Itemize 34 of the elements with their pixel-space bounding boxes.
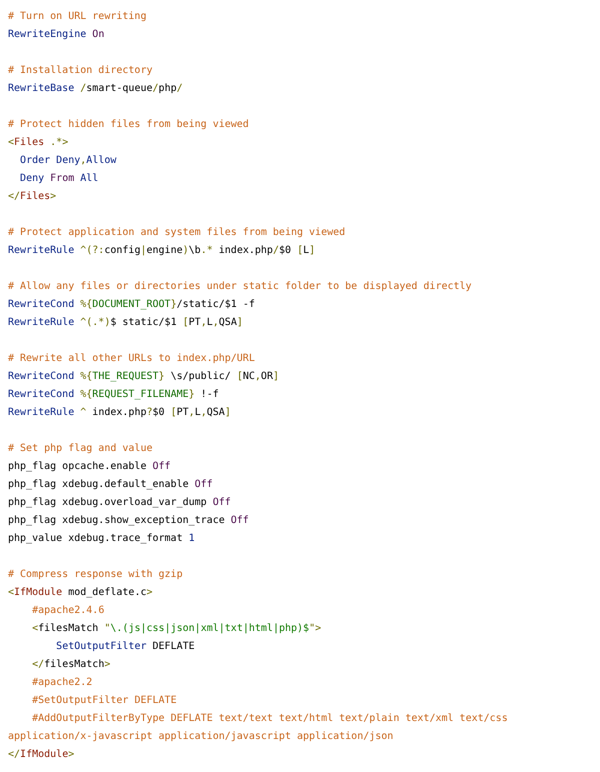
code-line: <IfModule mod_deflate.c> [8, 586, 154, 600]
code-line: RewriteRule ^ index.php?$0 [PT,L,QSA] [8, 406, 232, 420]
code-line: #apache2.2 [31, 676, 94, 690]
code-line: RewriteBase /smart-queue/php/ [8, 82, 184, 96]
code-line: # Compress response with gzip [8, 568, 184, 582]
code-line: php_flag xdebug.default_enable Off [8, 478, 214, 492]
code-line: # Protect hidden files from being viewed [8, 118, 250, 132]
code-line: RewriteEngine On [8, 28, 106, 42]
code-line: Order Deny,Allow [19, 154, 118, 168]
code-line: #apache2.4.6 [31, 604, 106, 618]
code-line: <filesMatch "\.(js|css|json|xml|txt|html|php)$"> [31, 622, 322, 636]
code-line: # Set php flag and value [8, 442, 154, 456]
code-line: # Rewrite all other URLs to index.php/URL [8, 352, 256, 366]
code-line: RewriteRule ^(?:config|engine)\b.* index.php/$0 [L] [8, 244, 316, 258]
code-line: </Files> [8, 190, 58, 204]
code-line: php_value xdebug.trace_format 1 [8, 532, 196, 546]
code-line: Deny From All [19, 172, 100, 186]
code-line: # Turn on URL rewriting [8, 10, 148, 24]
code-line: php_flag xdebug.show_exception_trace Off [8, 514, 250, 528]
code-line: RewriteCond %{THE_REQUEST} \s/public/ [NC,OR] [8, 370, 280, 384]
code-line: RewriteRule ^(.*)$ static/$1 [PT,L,QSA] [8, 316, 244, 330]
code-line: <Files .*> [8, 136, 70, 150]
code-line: php_flag opcache.enable Off [8, 460, 172, 474]
code-line: </filesMatch> [31, 658, 112, 672]
code-line: php_flag xdebug.overload_var_dump Off [8, 496, 232, 510]
code-line: </IfModule> [8, 748, 76, 762]
code-line: # Allow any files or directories under static folder to be displayed directly [8, 280, 473, 294]
code-line: # Protect application and system files from being viewed [8, 226, 346, 240]
code-line: RewriteCond %{DOCUMENT_ROOT}/static/$1 -f [8, 298, 256, 312]
code-line: # Installation directory [8, 64, 154, 78]
code-line: RewriteCond %{REQUEST_FILENAME} !-f [8, 388, 220, 402]
code-line: #SetOutputFilter DEFLATE [31, 694, 178, 708]
code-line: SetOutputFilter DEFLATE [55, 640, 196, 654]
code-line: #AddOutputFilterByType DEFLATE text/text text/html text/plain text/xml text/css application/x-javascript application/javascript application/json [8, 712, 509, 744]
